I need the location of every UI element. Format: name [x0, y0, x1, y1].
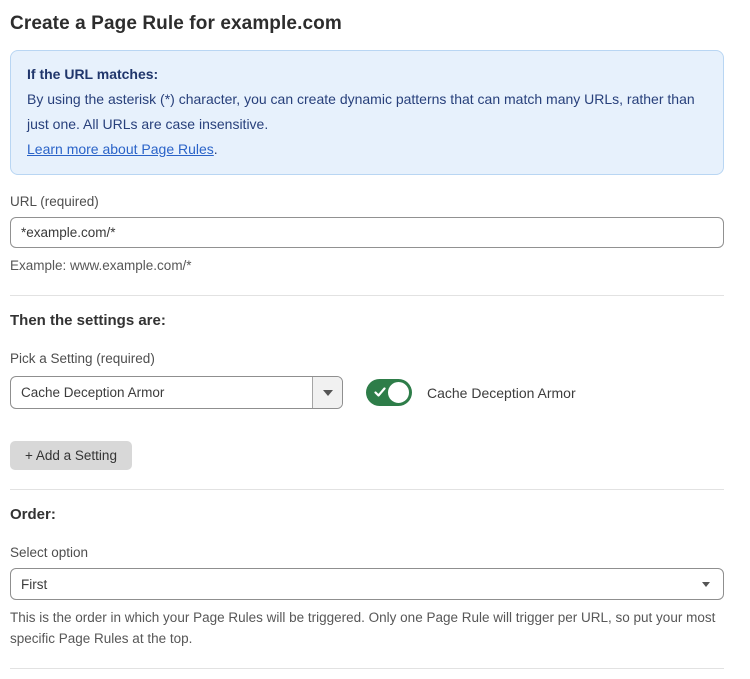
order-select-label: Select option [10, 545, 724, 560]
url-example-helper: Example: www.example.com/* [10, 255, 724, 276]
info-box-heading: If the URL matches: [27, 62, 707, 87]
pick-setting-label: Pick a Setting (required) [10, 351, 724, 366]
create-page-rule-panel: Create a Page Rule for example.com If th… [0, 0, 750, 679]
url-label: URL (required) [10, 194, 724, 209]
chevron-down-icon [323, 390, 333, 396]
settings-section-heading: Then the settings are: [10, 312, 724, 329]
info-box-link-line: Learn more about Page Rules. [27, 137, 707, 162]
check-icon [374, 386, 386, 398]
setting-dropdown-arrow-button[interactable] [312, 377, 342, 408]
chevron-down-icon [702, 582, 710, 587]
add-setting-button[interactable]: + Add a Setting [10, 441, 132, 470]
info-box-body: By using the asterisk (*) character, you… [27, 87, 707, 137]
setting-toggle[interactable] [366, 379, 412, 406]
setting-toggle-group: Cache Deception Armor [366, 379, 576, 406]
setting-toggle-label: Cache Deception Armor [427, 385, 576, 401]
divider-after-url [10, 295, 724, 296]
setting-dropdown[interactable]: Cache Deception Armor [10, 376, 343, 409]
url-field-group: URL (required) Example: www.example.com/… [10, 194, 724, 276]
setting-row: Cache Deception Armor Cache Deception Ar… [10, 376, 724, 409]
page-title: Create a Page Rule for example.com [10, 13, 724, 35]
url-match-info-box: If the URL matches: By using the asteris… [10, 50, 724, 175]
divider-after-settings [10, 489, 724, 490]
divider-after-order [10, 668, 724, 669]
learn-more-link[interactable]: Learn more about Page Rules [27, 141, 214, 157]
url-input[interactable] [10, 217, 724, 248]
link-suffix-period: . [214, 141, 218, 157]
order-select-value: First [21, 577, 47, 592]
order-helper-text: This is the order in which your Page Rul… [10, 607, 724, 649]
toggle-knob [386, 380, 411, 405]
order-section-heading: Order: [10, 506, 724, 523]
order-select[interactable]: First [10, 568, 724, 600]
setting-dropdown-value: Cache Deception Armor [11, 377, 312, 408]
